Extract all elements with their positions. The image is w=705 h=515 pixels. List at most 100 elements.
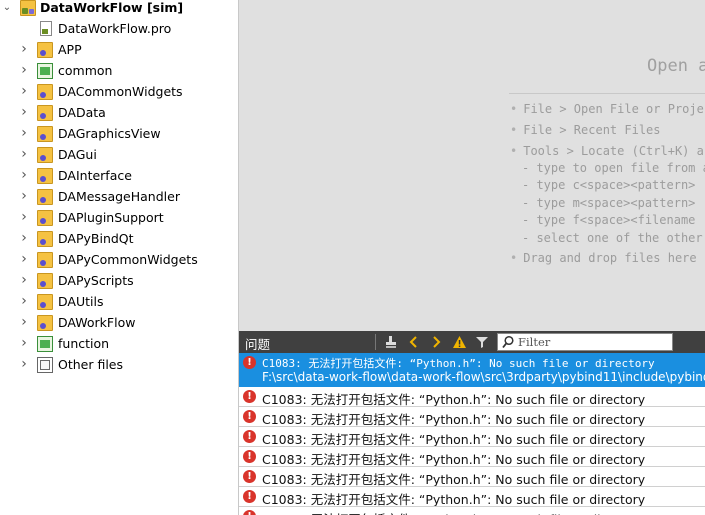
project-root-icon xyxy=(20,0,36,16)
pro-file-icon xyxy=(40,21,52,36)
tree-item[interactable]: DataWorkFlow.pro xyxy=(0,18,238,39)
chevron-right-icon[interactable]: › xyxy=(19,356,29,372)
welcome-area: Open a • File > Open File or Projec • File … xyxy=(238,0,705,331)
issue-message: C1083: 无法打开包括文件: “Python.h”: No such fil… xyxy=(262,412,646,427)
tree-item[interactable]: › DAData xyxy=(0,102,238,123)
tree-item[interactable]: › DAPluginSupport xyxy=(0,207,238,228)
chevron-right-icon[interactable]: › xyxy=(19,41,29,57)
welcome-hint: • Tools > Locate (Ctrl+K) an xyxy=(510,144,705,158)
hint-text: - type c<space><pattern> xyxy=(522,178,696,192)
tree-item-label: DAUtils xyxy=(58,294,104,309)
previous-issue-icon[interactable] xyxy=(405,333,423,351)
project-icon xyxy=(37,294,53,310)
bullet-icon: • xyxy=(510,123,518,137)
issue-message: C1083: 无法打开包括文件: “Python.h”: No such fil… xyxy=(262,357,655,370)
tree-item[interactable]: › DAInterface xyxy=(0,165,238,186)
error-icon: ! xyxy=(243,510,256,515)
filter-box[interactable] xyxy=(497,333,673,351)
project-icon xyxy=(37,126,53,142)
chevron-right-icon[interactable]: › xyxy=(19,125,29,141)
error-icon: ! xyxy=(243,356,256,369)
hint-text: Drag and drop files here xyxy=(523,251,697,265)
issue-row[interactable]: ! C1083: 无法打开包括文件: “Python.h”: No such fi… xyxy=(239,387,705,407)
tree-item-label: DACommonWidgets xyxy=(58,84,183,99)
error-icon: ! xyxy=(243,430,256,443)
chevron-right-icon[interactable]: › xyxy=(19,62,29,78)
issue-row[interactable]: ! C1083: 无法打开包括文件: “Python.h”: No such fi… xyxy=(239,467,705,487)
tree-item-label: DAInterface xyxy=(58,168,132,183)
tree-item-label: Other files xyxy=(58,357,124,372)
welcome-divider xyxy=(509,93,705,94)
tree-item-label: DAPluginSupport xyxy=(58,210,164,225)
warning-filter-icon[interactable] xyxy=(450,333,468,351)
chevron-right-icon[interactable]: › xyxy=(19,188,29,204)
chevron-right-icon[interactable]: › xyxy=(19,335,29,351)
error-icon: ! xyxy=(243,450,256,463)
tree-item[interactable]: › DAGui xyxy=(0,144,238,165)
chevron-down-icon[interactable]: ⌄ xyxy=(2,2,12,13)
issue-row[interactable]: ! C1083: 无法打开包括文件: “Python.h”: No such fi… xyxy=(239,487,705,507)
tree-item[interactable]: › DAGraphicsView xyxy=(0,123,238,144)
issue-row[interactable]: ! C1083: 无法打开包括文件: “Python.h”: No such fi… xyxy=(239,507,705,515)
welcome-subhint: - select one of the other xyxy=(522,231,703,245)
project-icon xyxy=(37,315,53,331)
tree-item-label: DAPyScripts xyxy=(58,273,134,288)
welcome-subhint: - type m<space><pattern> xyxy=(522,196,695,210)
bullet-icon: • xyxy=(510,251,518,265)
tree-root-label: DataWorkFlow [sim] xyxy=(40,0,184,15)
chevron-right-icon[interactable]: › xyxy=(19,293,29,309)
tree-item[interactable]: › DAPyBindQt xyxy=(0,228,238,249)
welcome-hint: • File > Recent Files xyxy=(510,123,661,137)
chevron-right-icon[interactable]: › xyxy=(19,230,29,246)
tree-item[interactable]: › DAWorkFlow xyxy=(0,312,238,333)
chevron-right-icon[interactable]: › xyxy=(19,272,29,288)
project-tree: ⌄ DataWorkFlow [sim] DataWorkFlow.pro › AP… xyxy=(0,0,238,515)
project-icon xyxy=(37,105,53,121)
tree-item[interactable]: › APP xyxy=(0,39,238,60)
issue-message: C1083: 无法打开包括文件: “Python.h”: No such fil… xyxy=(262,509,645,515)
chevron-right-icon[interactable]: › xyxy=(19,146,29,162)
issue-row[interactable]: ! C1083: 无法打开包括文件: “Python.h”: No such fi… xyxy=(239,407,705,427)
issue-row[interactable]: ! C1083: 无法打开包括文件: “Python.h”: No such fi… xyxy=(239,427,705,447)
hint-text: - type f<space><filename xyxy=(522,213,696,227)
tree-item[interactable]: › DAPyCommonWidgets xyxy=(0,249,238,270)
tree-item[interactable]: › DAMessageHandler xyxy=(0,186,238,207)
green-folder-icon xyxy=(37,336,53,352)
tree-item[interactable]: › DAPyScripts xyxy=(0,270,238,291)
tree-item-label: DAPyCommonWidgets xyxy=(58,252,198,267)
tree-item-label: DAGraphicsView xyxy=(58,126,161,141)
tree-root-row[interactable]: ⌄ DataWorkFlow [sim] xyxy=(0,0,238,18)
filter-input[interactable] xyxy=(518,334,668,350)
welcome-hint: • File > Open File or Projec xyxy=(510,102,705,116)
tree-item[interactable]: › DAUtils xyxy=(0,291,238,312)
issue-row-selected[interactable]: ! C1083: 无法打开包括文件: “Python.h”: No such f… xyxy=(239,353,705,387)
toolbar-separator xyxy=(375,334,376,350)
welcome-subhint: - type to open file from a xyxy=(522,161,705,175)
chevron-right-icon[interactable]: › xyxy=(19,167,29,183)
issue-row[interactable]: ! C1083: 无法打开包括文件: “Python.h”: No such fi… xyxy=(239,447,705,467)
bullet-icon: • xyxy=(510,102,518,116)
tree-item-label: function xyxy=(58,336,110,351)
project-icon xyxy=(37,147,53,163)
tree-item[interactable]: › function xyxy=(0,333,238,354)
error-icon: ! xyxy=(243,490,256,503)
project-icon xyxy=(37,231,53,247)
project-icon xyxy=(37,189,53,205)
clean-issues-icon[interactable] xyxy=(382,333,400,351)
chevron-right-icon[interactable]: › xyxy=(19,314,29,330)
funnel-filter-icon[interactable] xyxy=(473,333,491,351)
project-icon xyxy=(37,168,53,184)
chevron-right-icon[interactable]: › xyxy=(19,83,29,99)
issues-toolbar: 问题 xyxy=(239,331,705,353)
issue-message: C1083: 无法打开包括文件: “Python.h”: No such fil… xyxy=(262,432,646,447)
next-issue-icon[interactable] xyxy=(427,333,445,351)
hint-text: File > Recent Files xyxy=(523,123,661,137)
tree-item[interactable]: › common xyxy=(0,60,238,81)
tree-item[interactable]: › Other files xyxy=(0,354,238,375)
hint-text: - type to open file from a xyxy=(522,161,705,175)
chevron-right-icon[interactable]: › xyxy=(19,104,29,120)
chevron-right-icon[interactable]: › xyxy=(19,251,29,267)
chevron-right-icon[interactable]: › xyxy=(19,209,29,225)
issue-file-path: F:\src\data-work-flow\data-work-flow\src… xyxy=(262,370,705,384)
tree-item[interactable]: › DACommonWidgets xyxy=(0,81,238,102)
